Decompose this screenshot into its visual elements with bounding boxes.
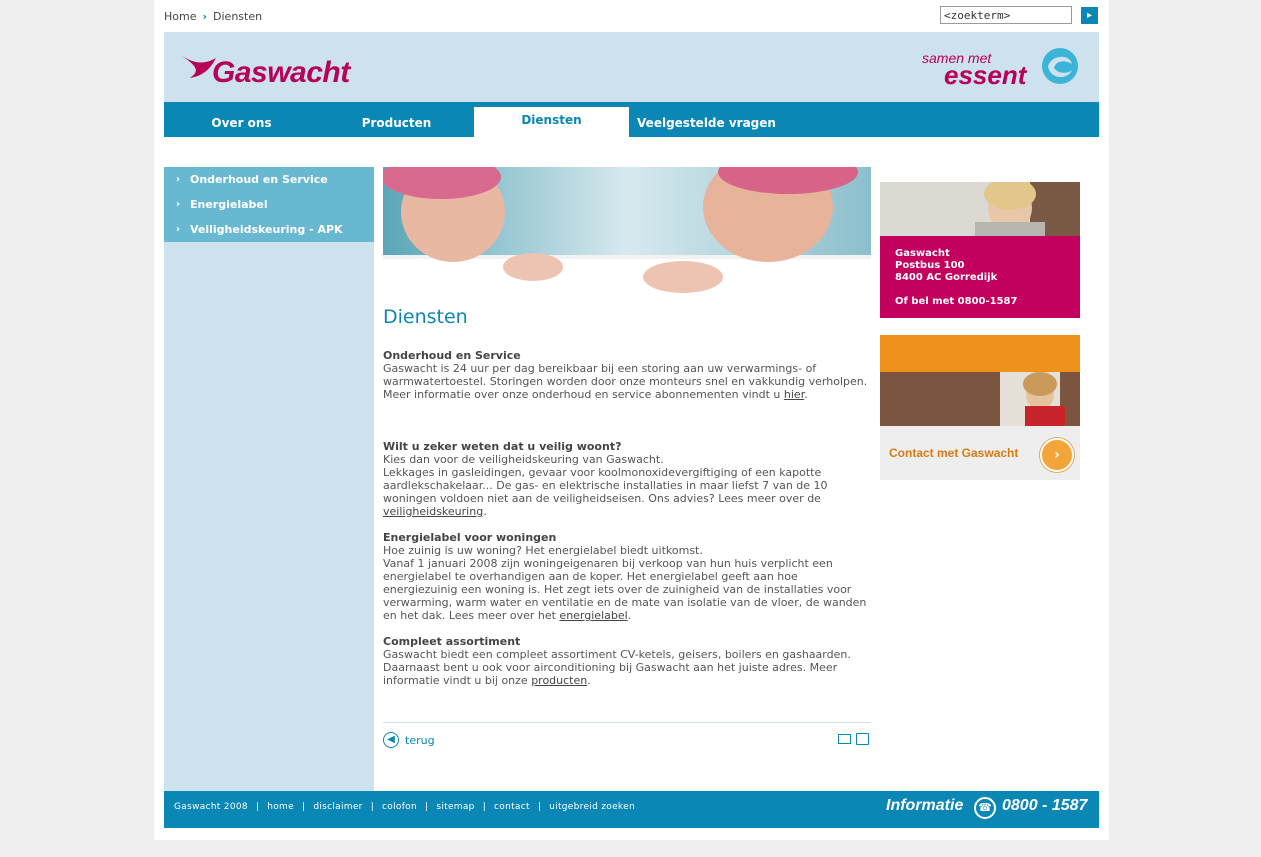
contact-banner[interactable]: Contact met Gaswacht › — [880, 335, 1080, 480]
section-heading: Compleet assortiment — [383, 635, 521, 648]
nav-veelgestelde-vragen[interactable]: Veelgestelde vragen — [629, 102, 784, 137]
chevron-right-icon: › — [176, 174, 181, 185]
section-text: Gaswacht is 24 uur per dag bereikbaar bi… — [383, 362, 868, 401]
sidebar-item-label: Onderhoud en Service — [190, 173, 328, 186]
sidebar: › Onderhoud en Service › Energielabel › … — [164, 167, 374, 791]
section-text: Gaswacht biedt een compleet assortiment … — [383, 648, 851, 687]
search-input[interactable] — [940, 6, 1072, 24]
section-text: Kies dan voor de veiligheidskeuring van … — [383, 453, 664, 466]
logo-text: Gaswacht — [212, 56, 350, 89]
section-text: Hoe zuinig is uw woning? Het energielabe… — [383, 544, 703, 557]
section-assortiment: Compleet assortiment Gaswacht biedt een … — [383, 635, 871, 687]
contact-address-card: Gaswacht Postbus 100 8400 AC Gorredijk O… — [880, 182, 1080, 318]
contact-banner-photo — [880, 372, 1080, 426]
chevron-right-icon: › — [176, 199, 181, 210]
breadcrumb-current: Diensten — [213, 10, 263, 23]
nav-producten[interactable]: Producten — [319, 102, 474, 137]
section-veilig: Wilt u zeker weten dat u veilig woont? K… — [383, 440, 871, 518]
link-producten[interactable]: producten — [531, 674, 587, 687]
sidebar-item-label: Energielabel — [190, 198, 268, 211]
top-bar: Home › Diensten ▸ — [164, 6, 1099, 28]
footer-link-home[interactable]: home — [267, 802, 294, 812]
woman-photo — [880, 182, 1080, 236]
sidebar-menu: › Onderhoud en Service › Energielabel › … — [164, 167, 374, 242]
arrow-left-circle-icon: ◀ — [383, 732, 399, 748]
page: Home › Diensten ▸ Gaswacht samen met essen… — [154, 0, 1109, 840]
essent-swirl-icon — [1042, 48, 1078, 84]
section-onderhoud: Onderhoud en Service Gaswacht is 24 uur … — [383, 349, 871, 401]
footer-link-uitgebreid-zoeken[interactable]: uitgebreid zoeken — [549, 802, 635, 812]
nav-diensten[interactable]: Diensten — [474, 107, 629, 137]
sidebar-item-onderhoud[interactable]: › Onderhoud en Service — [164, 167, 374, 192]
sidebar-item-veiligheidskeuring[interactable]: › Veiligheidskeuring - APK — [164, 217, 374, 242]
contact-banner-bottom: Contact met Gaswacht › — [880, 426, 1080, 480]
section-heading: Wilt u zeker weten dat u veilig woont? — [383, 440, 622, 453]
section-text: Vanaf 1 januari 2008 zijn woningeigenare… — [383, 557, 867, 622]
footer-link-contact[interactable]: contact — [494, 802, 530, 812]
arrow-right-icon: ▸ — [1086, 10, 1093, 21]
footer: Gaswacht 2008 | home | disclaimer | colofon | si… — [164, 791, 1099, 828]
gaswacht-logo[interactable]: Gaswacht — [180, 52, 350, 92]
footer-info-label: Informatie — [886, 797, 964, 814]
footer-link-sitemap[interactable]: sitemap — [436, 802, 474, 812]
search-button[interactable]: ▸ — [1081, 7, 1098, 24]
contact-line: Gaswacht — [895, 248, 950, 259]
chevron-right-icon: › — [202, 10, 208, 23]
breadcrumb: Home › Diensten — [164, 10, 262, 23]
header-banner: Gaswacht samen met essent — [164, 32, 1099, 102]
link-hier[interactable]: hier — [784, 388, 804, 401]
breadcrumb-home-link[interactable]: Home — [164, 10, 196, 23]
phone-icon: ☎ — [974, 797, 996, 819]
footer-phone: 0800 - 1587 — [1002, 797, 1088, 814]
print-icon[interactable] — [856, 733, 869, 745]
contact-banner-top — [880, 335, 1080, 372]
link-veiligheidskeuring[interactable]: veiligheidskeuring — [383, 505, 483, 518]
sidebar-item-label: Veiligheidskeuring - APK — [190, 223, 343, 236]
footer-links: Gaswacht 2008 | home | disclaimer | colofon | si… — [174, 802, 635, 812]
partner-big-text: essent — [944, 60, 1027, 90]
essent-logo[interactable]: samen met essent — [920, 42, 1085, 92]
section-heading: Energielabel voor woningen — [383, 531, 557, 544]
contact-line: Postbus 100 — [895, 260, 965, 271]
footer-copyright: Gaswacht 2008 — [174, 802, 248, 812]
main-nav: Over ons Producten Diensten Veelgestelde… — [164, 102, 1099, 137]
footer-link-colofon[interactable]: colofon — [382, 802, 417, 812]
footer-link-disclaimer[interactable]: disclaimer — [313, 802, 362, 812]
sidebar-item-energielabel[interactable]: › Energielabel — [164, 192, 374, 217]
content-divider — [383, 722, 871, 723]
arrow-right-circle-icon: › — [1040, 438, 1074, 472]
back-label: terug — [405, 734, 435, 747]
hero-image — [383, 167, 871, 303]
hero-photo — [383, 167, 871, 303]
chevron-right-icon: › — [176, 224, 181, 235]
contact-phone-line: Of bel met 0800-1587 — [895, 296, 1018, 307]
contact-banner-label: Contact met Gaswacht — [889, 446, 1019, 460]
section-energielabel: Energielabel voor woningen Hoe zuinig is… — [383, 531, 871, 622]
contact-photo — [880, 182, 1080, 236]
section-text: Lekkages in gasleidingen, gevaar voor ko… — [383, 466, 828, 518]
woman-phone-photo — [880, 372, 1080, 426]
page-title: Diensten — [383, 306, 468, 328]
nav-over-ons[interactable]: Over ons — [164, 102, 319, 137]
contact-address: Gaswacht Postbus 100 8400 AC Gorredijk O… — [880, 236, 1080, 318]
link-energielabel[interactable]: energielabel — [559, 609, 627, 622]
mail-icon[interactable] — [838, 734, 851, 744]
section-heading: Onderhoud en Service — [383, 349, 521, 362]
contact-line: 8400 AC Gorredijk — [895, 272, 998, 283]
